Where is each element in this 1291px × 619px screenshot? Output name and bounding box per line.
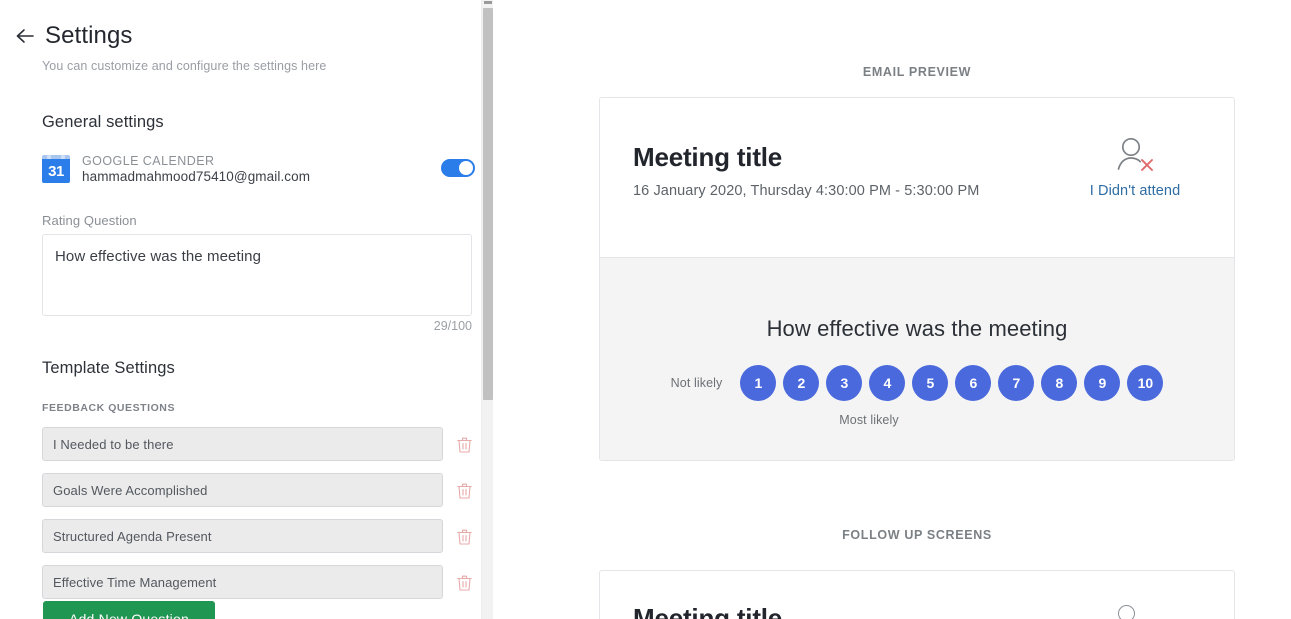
trash-icon[interactable] [451,569,477,595]
feedback-question-input[interactable] [42,519,444,553]
meeting-time: 16 January 2020, Thursday 4:30:00 PM - 5… [633,183,980,199]
scrollbar-thumb[interactable] [483,8,493,400]
rating-option-7[interactable]: 7 [998,365,1035,401]
page-title: Settings [45,22,133,49]
didnt-attend-link[interactable]: I Didn't attend [1070,183,1200,199]
list-item [42,513,477,559]
feedback-question-input[interactable] [42,427,444,461]
email-preview-header: Meeting title 16 January 2020, Thursday … [600,98,1234,258]
rating-option-8[interactable]: 8 [1041,365,1078,401]
trash-icon[interactable] [451,523,477,549]
rating-option-1[interactable]: 1 [740,365,777,401]
general-settings-heading: General settings [42,113,164,131]
page-subtitle: You can customize and configure the sett… [42,59,327,73]
followup-screens-heading: FOLLOW UP SCREENS [842,528,992,542]
trash-icon[interactable] [451,477,477,503]
arrow-left-icon[interactable] [14,25,36,47]
scroll-up-icon[interactable] [484,1,492,4]
rating-option-4[interactable]: 4 [869,365,906,401]
trash-icon[interactable] [451,431,477,457]
settings-panel: Settings You can customize and configure… [0,0,493,619]
preview-rating-question: How effective was the meeting [766,316,1068,341]
rating-option-5[interactable]: 5 [912,365,949,401]
followup-meeting-title: Meeting title [633,603,783,619]
feedback-questions-list [42,421,477,605]
list-item [42,559,477,605]
account-email-label: hammadmahmood75410@gmail.com [82,169,311,184]
scale-low-label: Not likely [670,376,723,390]
rating-option-3[interactable]: 3 [826,365,863,401]
page-header: Settings [14,22,133,50]
rating-char-count: 29/100 [433,319,472,333]
scale-high-label: Most likely [839,413,899,427]
feedback-questions-heading: FEEDBACK QUESTIONS [42,402,175,414]
email-preview-rating-section: How effective was the meeting Not likely… [600,258,1234,460]
rating-question-label: Rating Question [42,213,137,228]
didnt-attend-block: I Didn't attend [1070,136,1200,199]
rating-option-2[interactable]: 2 [783,365,820,401]
rating-option-9[interactable]: 9 [1084,365,1121,401]
rating-question-input[interactable] [42,234,472,316]
calendar-day-label: 31 [42,159,70,183]
add-new-question-button[interactable]: Add New Question [43,601,215,619]
list-item [42,467,477,513]
rating-option-10[interactable]: 10 [1127,365,1164,401]
account-text: GOOGLE CALENDER hammadmahmood75410@gmail… [82,154,310,184]
settings-panel-scrollbar[interactable] [481,0,493,619]
google-calendar-icon: 31 [42,155,70,183]
account-provider-label: GOOGLE CALENDER [82,154,215,168]
toggle-knob [459,161,473,175]
rating-scale: Not likely 1 2 3 4 5 6 7 8 9 10 [600,365,1234,401]
feedback-question-input[interactable] [42,565,444,599]
list-item [42,421,477,467]
preview-area: EMAIL PREVIEW Meeting title 16 January 2… [506,0,1291,619]
email-preview-card: Meeting title 16 January 2020, Thursday … [599,97,1235,461]
google-calendar-account-row: 31 GOOGLE CALENDER hammadmahmood75410@gm… [42,152,477,186]
circle-outline-icon [1118,605,1135,619]
template-settings-heading: Template Settings [42,359,175,377]
followup-preview-card: Meeting title [599,570,1235,619]
meeting-title: Meeting title [633,142,783,172]
rating-option-6[interactable]: 6 [955,365,992,401]
person-x-icon [1070,136,1200,174]
google-calendar-toggle[interactable] [441,159,475,177]
feedback-question-input[interactable] [42,473,444,507]
email-preview-heading: EMAIL PREVIEW [862,65,972,79]
settings-screen: Settings You can customize and configure… [0,0,1291,619]
